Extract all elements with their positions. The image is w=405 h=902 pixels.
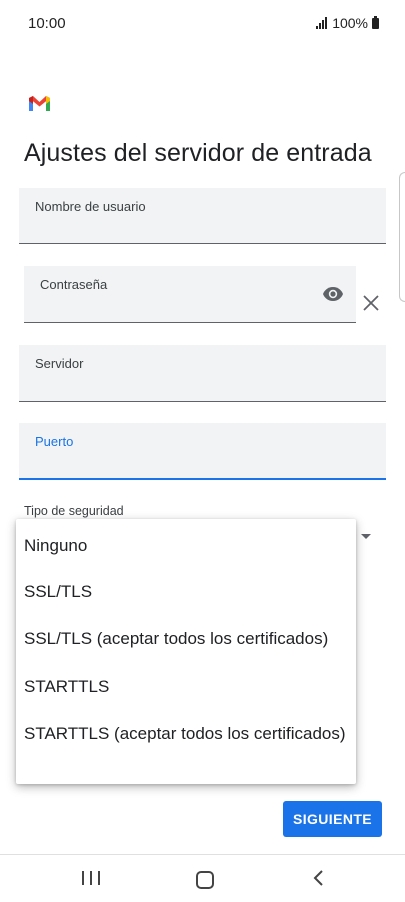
dropdown-arrow-icon[interactable] bbox=[361, 534, 371, 539]
port-field[interactable]: Puerto bbox=[19, 423, 386, 480]
navigation-bar bbox=[0, 855, 405, 902]
menu-item-starttls[interactable]: STARTTLS bbox=[24, 677, 109, 697]
nav-recents-icon[interactable] bbox=[82, 871, 100, 887]
nav-home-icon[interactable] bbox=[196, 871, 214, 889]
menu-item-starttls-accept-all[interactable]: STARTTLS (aceptar todos los certificados… bbox=[24, 724, 346, 744]
server-label: Servidor bbox=[35, 356, 84, 371]
server-field[interactable]: Servidor bbox=[19, 345, 386, 402]
menu-item-none[interactable]: Ninguno bbox=[24, 536, 87, 556]
password-field[interactable]: Contraseña bbox=[24, 266, 356, 323]
nav-back-icon[interactable] bbox=[312, 869, 326, 887]
clear-icon[interactable] bbox=[361, 293, 381, 313]
status-indicators: 100% bbox=[316, 15, 379, 31]
status-bar: 10:00 100% bbox=[0, 0, 405, 48]
gmail-logo-icon bbox=[29, 96, 50, 111]
menu-item-ssl-tls[interactable]: SSL/TLS bbox=[24, 582, 92, 602]
security-type-menu: Ninguno SSL/TLS SSL/TLS (aceptar todos l… bbox=[16, 519, 356, 784]
eye-icon[interactable] bbox=[322, 286, 344, 302]
menu-item-ssl-tls-accept-all[interactable]: SSL/TLS (aceptar todos los certificados) bbox=[24, 629, 328, 649]
incoming-server-settings-screen: 10:00 100% Ajustes del servidor de entra… bbox=[0, 0, 405, 902]
username-field[interactable]: Nombre de usuario bbox=[19, 188, 386, 244]
security-type-label: Tipo de seguridad bbox=[24, 504, 124, 518]
status-time: 10:00 bbox=[28, 15, 66, 32]
battery-icon bbox=[372, 15, 379, 29]
next-button[interactable]: SIGUIENTE bbox=[283, 801, 382, 837]
password-label: Contraseña bbox=[40, 277, 108, 292]
scroll-indicator[interactable] bbox=[399, 172, 405, 302]
username-label: Nombre de usuario bbox=[35, 199, 146, 214]
signal-icon bbox=[316, 17, 328, 29]
page-title: Ajustes del servidor de entrada bbox=[24, 139, 372, 167]
port-label: Puerto bbox=[35, 434, 74, 449]
battery-percentage: 100% bbox=[332, 15, 368, 31]
